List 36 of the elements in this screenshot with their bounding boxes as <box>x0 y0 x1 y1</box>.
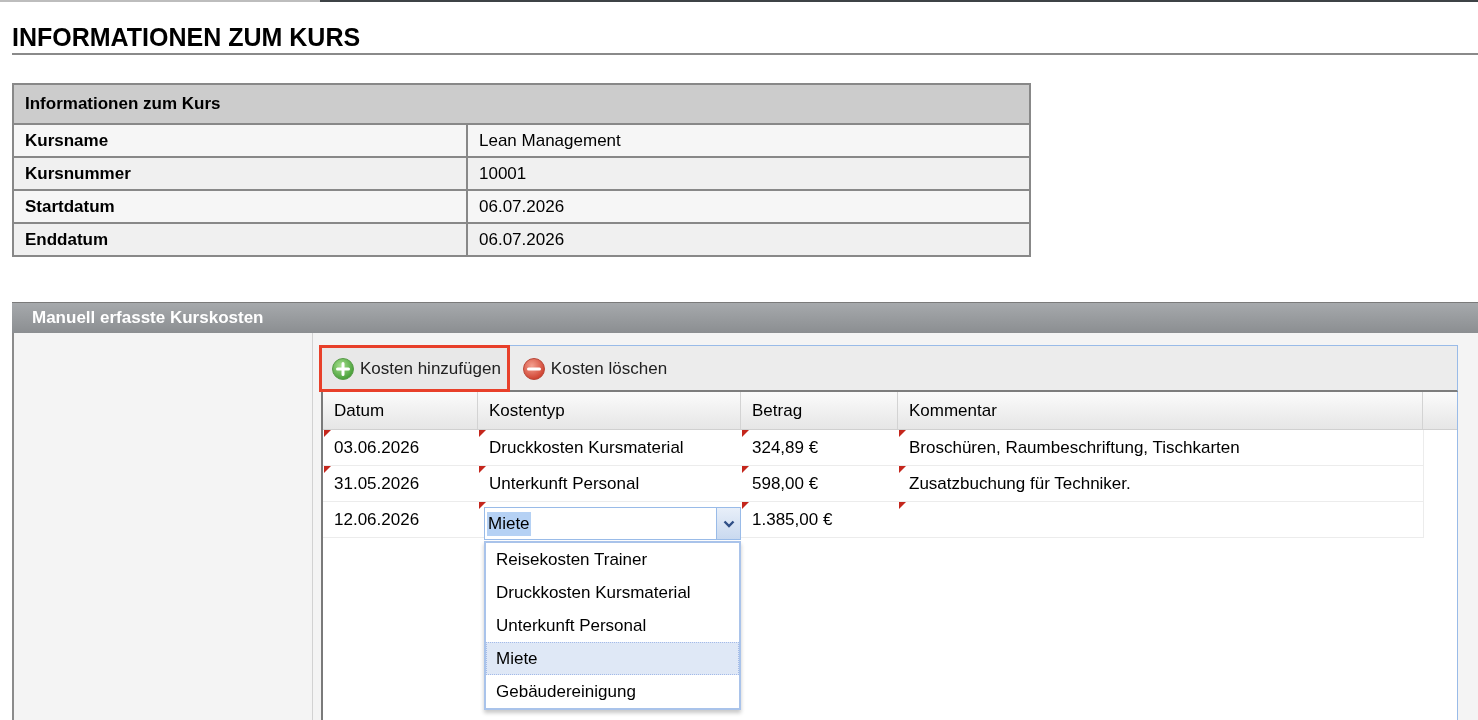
table-cell: Unterkunft Personal <box>489 474 640 493</box>
dropdown-option[interactable]: Reisekosten Trainer <box>486 543 739 576</box>
table-cell: 12.06.2026 <box>334 510 420 529</box>
field-value: 06.07.2026 <box>467 223 1030 256</box>
minus-icon <box>522 357 545 380</box>
table-cell: Druckkosten Kursmaterial <box>489 438 684 457</box>
page-title: INFORMATIONEN ZUM KURS <box>12 22 361 52</box>
field-value: 06.07.2026 <box>467 190 1030 223</box>
column-header[interactable]: Kommentar <box>898 392 1423 429</box>
caret-icon <box>722 519 735 528</box>
dropdown-option[interactable]: Miete <box>486 642 739 675</box>
table-cell: 598,00 € <box>752 474 819 493</box>
add-button[interactable]: Kosten hinzufügen <box>319 345 510 392</box>
table-cell: 31.05.2026 <box>334 474 420 493</box>
field-label: Kursnummer <box>13 157 467 190</box>
dropdown-option[interactable]: Unterkunft Personal <box>486 609 739 642</box>
combo-field[interactable]: Miete <box>484 507 741 540</box>
panel-header: Manuell erfasste Kurskosten <box>12 302 1478 333</box>
column-header[interactable]: Betrag <box>741 392 898 429</box>
combo-value: Miete <box>487 511 531 536</box>
table-cell: Zusatzbuchung für Techniker. <box>909 474 1131 493</box>
field-label: Enddatum <box>13 223 467 256</box>
field-label: Startdatum <box>13 190 467 223</box>
delete-button[interactable]: Kosten löschen <box>509 345 677 392</box>
dropdown-option[interactable]: Gebäudereinigung <box>486 675 739 708</box>
table-cell: 03.06.2026 <box>334 438 420 457</box>
column-header[interactable]: Datum <box>323 392 478 429</box>
field-value: 10001 <box>467 157 1030 190</box>
table-header: Informationen zum Kurs <box>13 84 1030 124</box>
table-cell: Broschüren, Raumbeschriftung, Tischkarten <box>909 438 1240 457</box>
dropdown-trigger[interactable] <box>716 508 740 539</box>
plus-icon <box>332 357 354 380</box>
table-cell: 324,89 € <box>752 438 819 457</box>
column-header[interactable]: Kostentyp <box>478 392 741 429</box>
table-cell: 1.385,00 € <box>752 510 833 529</box>
dropdown-option[interactable]: Druckkosten Kursmaterial <box>486 576 739 609</box>
